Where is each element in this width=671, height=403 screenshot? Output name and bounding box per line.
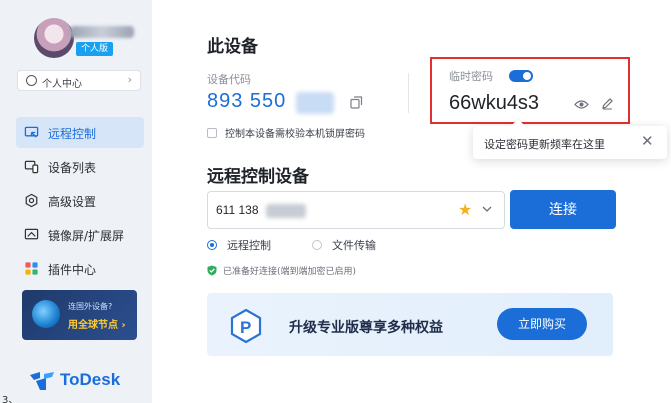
settings-icon [25,193,38,208]
tooltip-text: 设定密码更新频率在这里 [484,138,605,151]
sidebar-item-label: 高级设置 [48,195,97,209]
device-code-redacted [296,92,334,114]
sidebar-item-advanced-settings[interactable]: 高级设置 [16,185,144,216]
sidebar-item-device-list[interactable]: 设备列表 [16,151,144,182]
lock-screen-check-label: 控制本设备需校验本机锁屏密码 [225,129,365,140]
copy-icon[interactable] [350,96,363,109]
shield-check-icon [207,265,217,276]
personal-center-label: 个人中心 [42,79,82,90]
connection-status: 已准备好连接(端到端加密已启用) [207,264,356,277]
edit-pencil-icon[interactable] [601,97,614,110]
globe-icon [32,300,60,328]
chevron-right-icon: › [127,73,132,86]
remote-device-id-input[interactable]: 611 138 ★ [207,191,505,229]
close-icon[interactable]: ✕ [641,132,654,150]
remote-id-redacted [266,204,306,218]
sidebar-item-remote-control[interactable]: 远程控制 [16,117,144,148]
connect-button[interactable]: 连接 [510,190,616,229]
mirror-screen-icon [24,228,39,240]
radio-selected[interactable] [207,240,217,250]
svg-text:P: P [240,318,251,337]
promo-line2: 用全球节点 › [68,320,126,331]
lock-screen-checkbox[interactable] [207,128,217,138]
remote-device-id-value: 611 138 [216,203,259,217]
device-code-value: 893 550 [207,90,287,112]
user-icon [26,75,37,86]
section-title-remote: 远程控制设备 [207,167,309,187]
global-node-promo[interactable]: 连国外设备? 用全球节点 › [22,290,137,340]
logo-text: ToDesk [60,370,121,389]
sidebar-nav: 远程控制 设备列表 高级设置 镜像屏/扩展屏 插件中心 [16,117,144,287]
device-code-label: 设备代码 [207,73,251,86]
username-redacted [70,26,134,38]
sidebar-item-label: 插件中心 [48,263,97,277]
temp-password-label: 临时密码 [449,70,493,83]
avatar[interactable] [34,18,74,58]
buy-now-button[interactable]: 立即购买 [497,308,587,340]
promo-line1: 连国外设备? [68,302,113,311]
todesk-logo-icon [30,372,54,390]
mode-file-transfer[interactable]: 文件传输 [312,237,376,253]
upgrade-banner[interactable]: P 升级专业版尊享多种权益 立即购买 [207,293,613,356]
star-icon[interactable]: ★ [458,200,472,219]
edge-text: 3、 [2,395,19,403]
personal-center-button[interactable]: 个人中心 › [17,70,141,91]
eye-icon[interactable] [574,99,589,110]
mode-label: 文件传输 [332,239,376,252]
temp-password-toggle[interactable] [509,70,533,82]
connection-status-text: 已准备好连接(端到端加密已启用) [223,267,357,277]
pro-logo-icon: P [230,309,262,343]
password-frequency-tooltip: 设定密码更新频率在这里 ✕ [473,126,667,159]
section-title-this-device: 此设备 [207,37,258,57]
divider [408,73,409,113]
device-list-icon [24,160,39,174]
radio-unselected[interactable] [312,240,322,250]
sidebar-item-label: 镜像屏/扩展屏 [48,229,125,243]
temp-password-panel: 临时密码 66wku4s3 [430,57,630,124]
temp-password-value: 66wku4s3 [449,92,540,114]
sidebar-item-mirror-screen[interactable]: 镜像屏/扩展屏 [16,219,144,250]
remote-control-icon [24,126,39,138]
todesk-window: 个人版 个人中心 › 远程控制 设备列表 高级设置 镜像屏/扩展屏 插件中心 连… [0,0,671,403]
chevron-down-icon[interactable] [482,204,492,214]
plan-badge: 个人版 [76,42,114,56]
sidebar-item-label: 设备列表 [48,161,97,175]
mode-label: 远程控制 [227,239,271,252]
mode-remote-control[interactable]: 远程控制 [207,237,271,253]
plugin-icon [25,262,38,275]
upgrade-text: 升级专业版尊享多种权益 [289,320,443,336]
lock-screen-check-row[interactable]: 控制本设备需校验本机锁屏密码 [207,125,365,140]
sidebar-item-plugin-center[interactable]: 插件中心 [16,253,144,284]
sidebar-item-label: 远程控制 [48,127,97,141]
sidebar: 个人版 个人中心 › 远程控制 设备列表 高级设置 镜像屏/扩展屏 插件中心 连… [0,0,152,403]
